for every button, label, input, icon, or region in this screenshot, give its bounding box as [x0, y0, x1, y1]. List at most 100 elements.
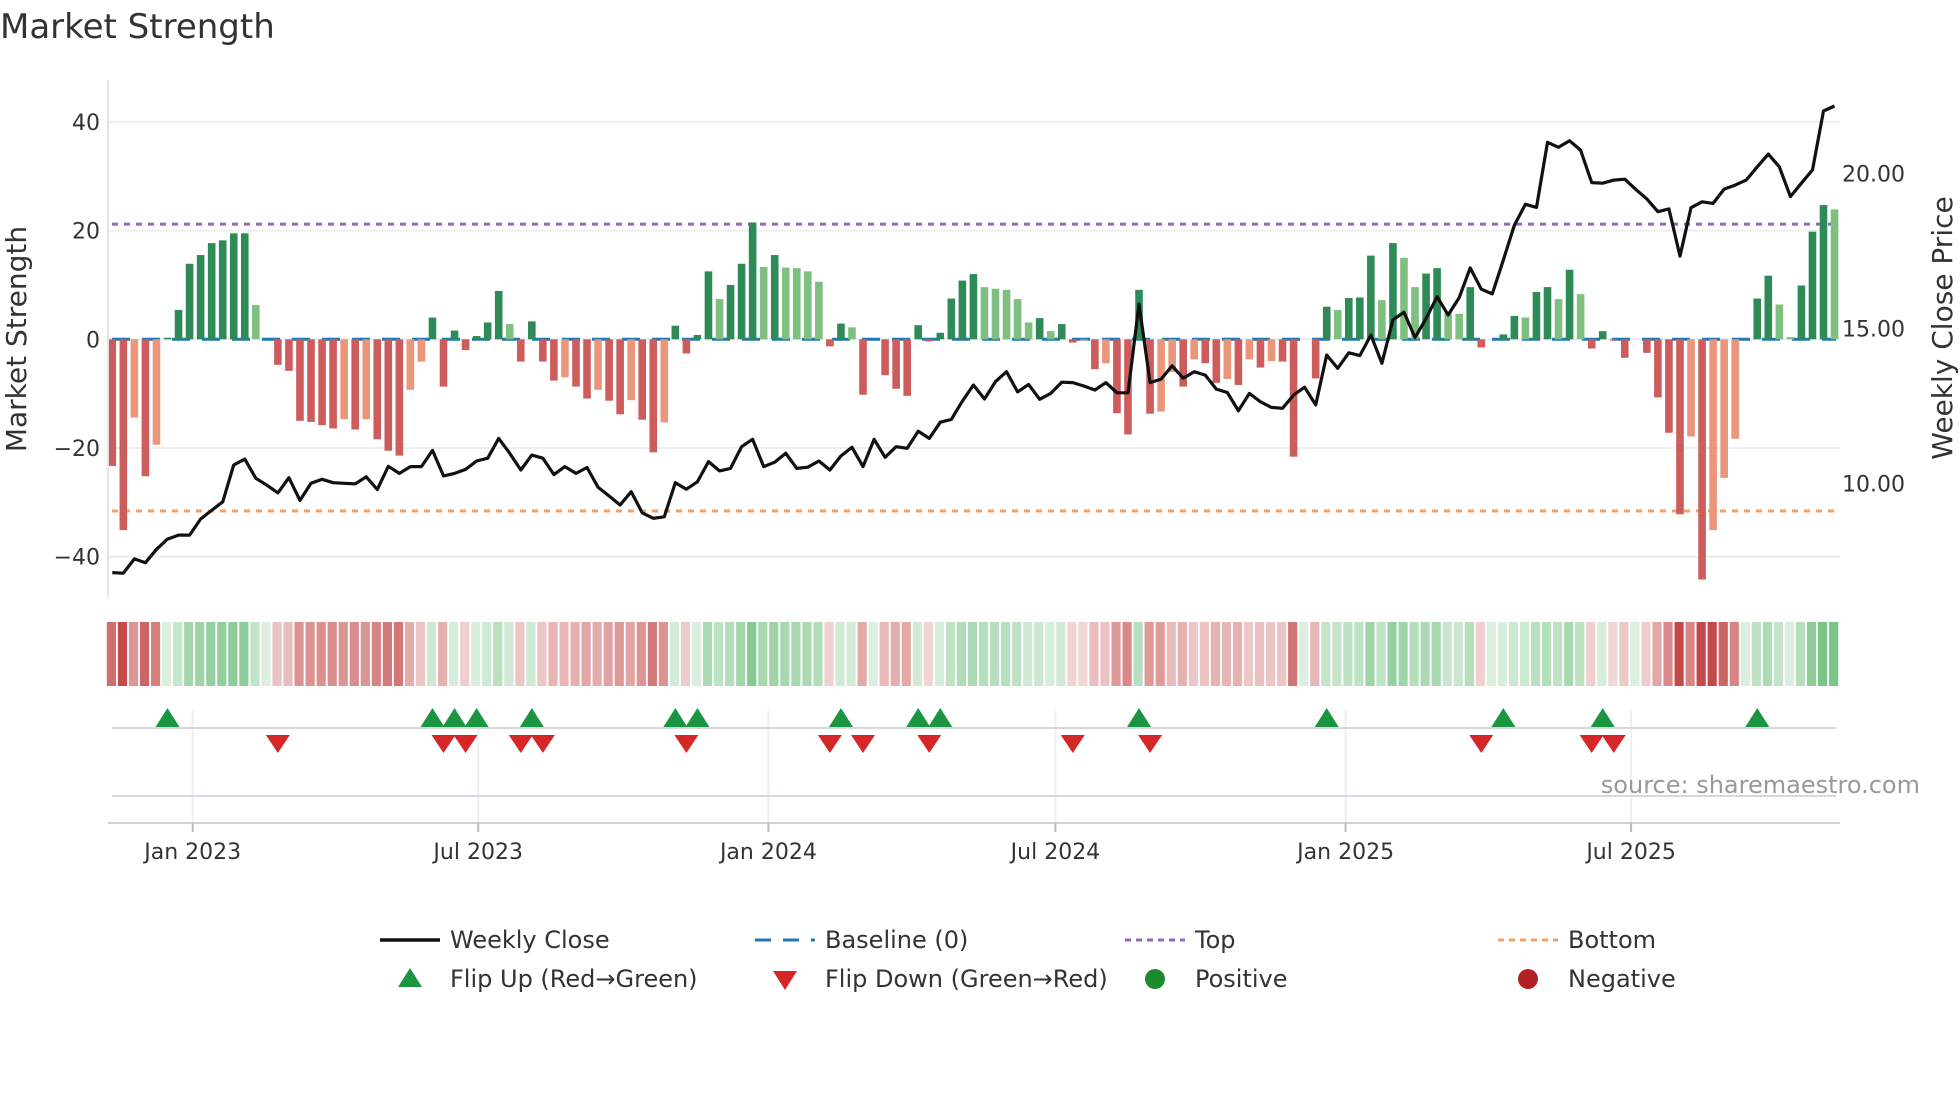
- flip-down-marker: [453, 735, 478, 753]
- heat-strip-cell: [283, 622, 293, 686]
- strength-bar: [1455, 313, 1463, 340]
- strength-bar: [594, 339, 602, 390]
- heat-strip-cell: [548, 622, 558, 686]
- flip-down-marker: [851, 735, 876, 753]
- heat-strip-cell: [1299, 622, 1309, 686]
- strength-bar: [881, 339, 889, 376]
- heat-strip-cell: [1332, 622, 1342, 686]
- heat-strip-cell: [1288, 622, 1298, 686]
- strength-bar: [903, 339, 911, 396]
- strength-bar: [693, 334, 702, 340]
- strength-bar: [1808, 231, 1817, 340]
- chart-title: Market Strength: [0, 7, 275, 47]
- flip-markers: [155, 708, 1770, 753]
- strength-bar: [1609, 339, 1618, 341]
- heat-strip-cell: [658, 622, 668, 686]
- strength-bar: [1532, 292, 1541, 340]
- heat-strip-cell: [1210, 622, 1220, 686]
- legend-item: Baseline (0): [755, 926, 968, 954]
- grid-lines: [108, 120, 1840, 823]
- legend-label: Flip Up (Red→Green): [450, 965, 698, 993]
- strength-bar: [174, 309, 183, 340]
- legend-label: Flip Down (Green→Red): [825, 965, 1108, 993]
- strength-bar: [1477, 339, 1486, 348]
- heat-strip-cell: [206, 622, 216, 686]
- strength-bar: [516, 339, 525, 362]
- strength-bar: [638, 339, 647, 420]
- heat-strip-cell: [173, 622, 183, 686]
- heat-strip-cell: [1365, 622, 1375, 686]
- x-tick-label: Jul 2025: [1584, 840, 1676, 865]
- heat-strip-cell: [990, 622, 1000, 686]
- strength-bar: [1731, 339, 1739, 439]
- legend-label: Bottom: [1568, 926, 1656, 954]
- heat-strip-cell: [1199, 622, 1209, 686]
- flip-down-marker: [508, 735, 533, 753]
- strength-bar: [505, 324, 514, 340]
- legend-label: Positive: [1195, 965, 1288, 993]
- heat-strip-cell: [1542, 622, 1552, 686]
- strength-bar: [461, 339, 470, 351]
- strength-bar: [1102, 339, 1110, 364]
- heat-strip-cell: [1608, 622, 1618, 686]
- heat-strip-cell: [758, 622, 768, 686]
- heat-strip-cell: [1409, 622, 1419, 686]
- heat-strip-cell: [526, 622, 536, 686]
- heat-strip-cell: [956, 622, 967, 686]
- strength-bar: [1587, 339, 1596, 349]
- heat-strip-cell: [184, 622, 194, 686]
- strength-bar: [296, 339, 304, 421]
- strength-bar: [1057, 324, 1066, 340]
- strength-bar: [1576, 294, 1585, 340]
- heat-strip-cell: [1144, 622, 1154, 686]
- heat-strip-cell: [438, 622, 448, 686]
- heat-strip-cell: [128, 622, 139, 686]
- heat-strip-cell: [1089, 622, 1099, 686]
- strength-bar: [1698, 339, 1706, 580]
- strength-bar: [1543, 287, 1552, 340]
- strength-bar: [991, 288, 1000, 340]
- strength-bar: [351, 339, 359, 430]
- heat-strip-cell: [1045, 622, 1055, 686]
- strength-bar: [1024, 322, 1033, 340]
- heat-strip-cell: [835, 622, 845, 686]
- strength-bar: [185, 263, 194, 340]
- heat-strip-cell: [195, 622, 205, 686]
- strength-bar: [240, 233, 249, 340]
- heat-strip-cell: [1056, 622, 1066, 686]
- heat-strip-cell: [1343, 622, 1353, 686]
- y-tick-label: 40: [72, 111, 100, 136]
- strength-bar: [340, 339, 348, 420]
- heat-strip-cell: [1453, 622, 1463, 686]
- heat-strip-cell: [923, 622, 933, 686]
- heat-strip-cell: [1564, 622, 1574, 686]
- x-tick-label: Jan 2024: [718, 840, 817, 865]
- reference-lines: [112, 222, 1836, 513]
- strength-bar: [815, 281, 823, 340]
- legend-item: Top: [1125, 926, 1236, 954]
- heat-strip-cell: [117, 622, 128, 686]
- flip-down-marker: [431, 735, 456, 753]
- strength-bar: [1444, 313, 1452, 340]
- heat-strip-cell: [736, 622, 746, 686]
- strength-bar: [958, 280, 967, 340]
- strength-bar: [108, 339, 117, 466]
- strength-bar: [1521, 317, 1530, 340]
- strength-bar: [925, 339, 934, 342]
- legend-label: Top: [1194, 926, 1236, 954]
- strength-bar: [804, 271, 812, 340]
- strength-bar: [1753, 298, 1762, 340]
- heat-strip-cell: [868, 622, 878, 686]
- heat-strip-cell: [261, 622, 271, 686]
- strength-bar: [274, 339, 282, 365]
- strength-bar: [1344, 297, 1353, 340]
- strength-bar: [726, 284, 735, 340]
- heat-strip-cell: [934, 622, 944, 686]
- heat-strip-cell: [945, 622, 956, 686]
- strength-bar: [218, 240, 227, 340]
- heat-strip-cell: [515, 622, 525, 686]
- strength-bar: [285, 339, 293, 371]
- flip-up-marker: [420, 708, 445, 727]
- heat-strip-cell: [901, 622, 911, 686]
- y-tick-label: −20: [54, 437, 100, 462]
